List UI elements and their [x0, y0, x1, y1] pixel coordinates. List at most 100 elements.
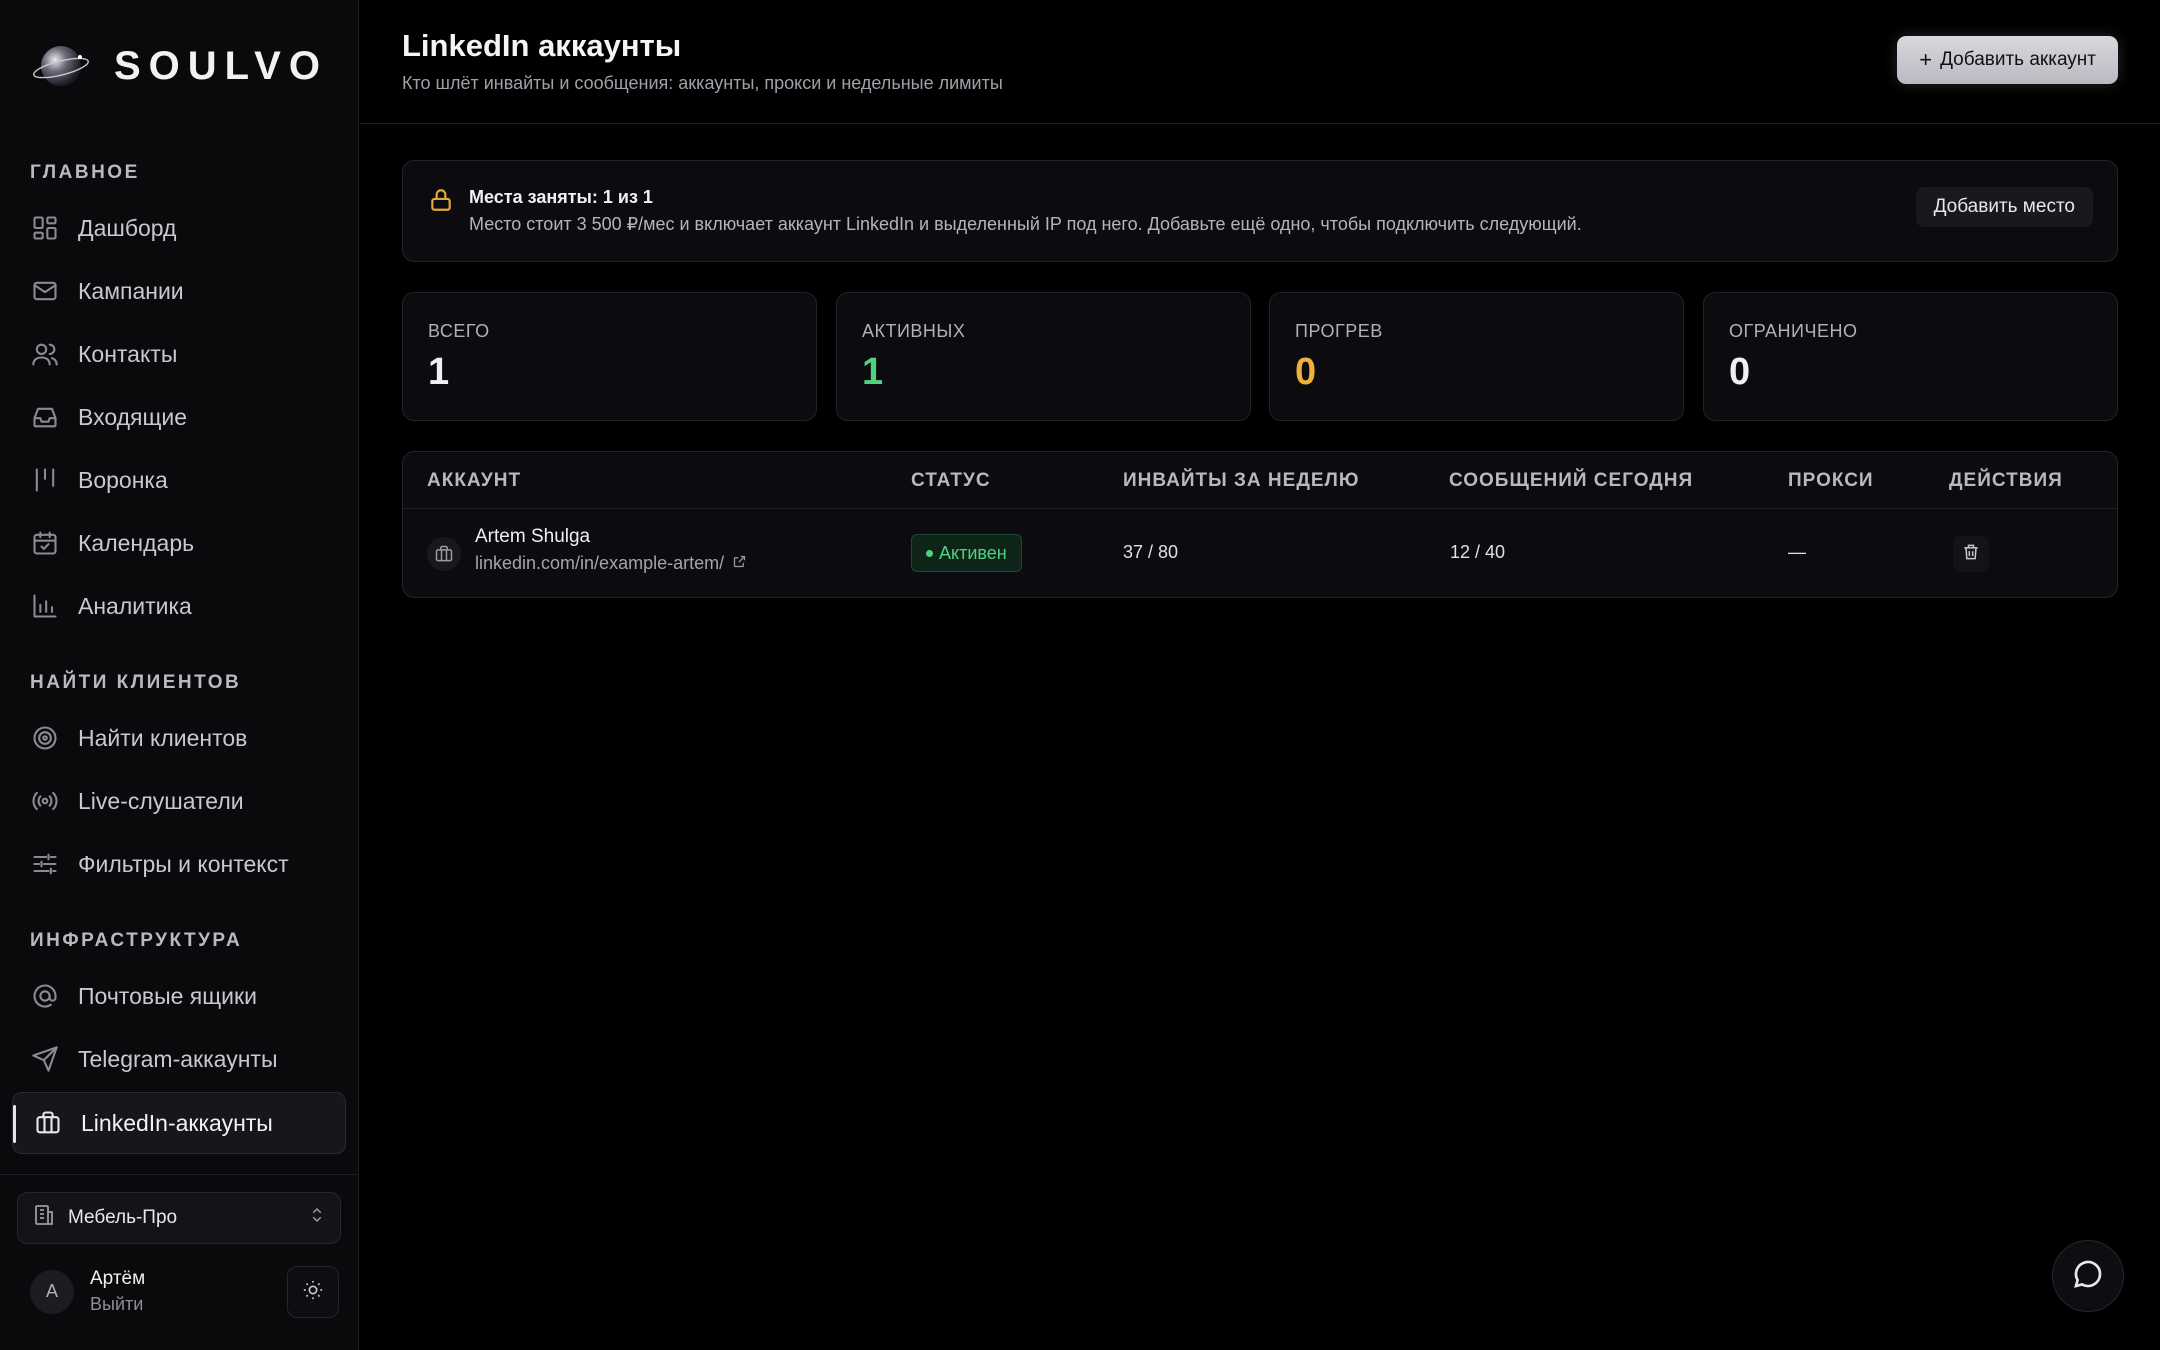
stat-label: ПРОГРЕВ: [1295, 321, 1383, 341]
mail-icon: [30, 276, 60, 306]
users-icon: [30, 339, 60, 369]
stat-card-active: АКТИВНЫХ 1: [836, 292, 1251, 421]
stat-label: ОГРАНИЧЕНО: [1729, 321, 1858, 341]
status-dot-icon: [926, 549, 933, 557]
building-icon: [32, 1203, 56, 1233]
sidebar-item-label: Кампании: [78, 277, 184, 304]
account-url: linkedin.com/in/example-artem/: [475, 553, 725, 573]
column-header-proxy[interactable]: ПРОКСИ: [1788, 470, 1874, 492]
account-url-link[interactable]: linkedin.com/in/example-artem/: [475, 553, 747, 574]
page-header: LinkedIn аккаунты Кто шлёт инвайты и соо…: [360, 0, 2160, 124]
add-account-label: Добавить аккаунт: [1940, 49, 2096, 70]
chat-bubble-icon: [2072, 1258, 2104, 1295]
section-infrastructure: ИНФРАСТРУКТУРА: [30, 930, 243, 951]
dashboard-icon: [30, 213, 60, 243]
sidebar-item-inbox[interactable]: Входящие: [30, 393, 350, 441]
sun-icon: [302, 1279, 324, 1306]
sidebar-item-mailboxes[interactable]: Почтовые ящики: [30, 972, 350, 1020]
sidebar-item-filters[interactable]: Фильтры и контекст: [30, 840, 350, 888]
stat-label: АКТИВНЫХ: [862, 321, 966, 341]
page-title: LinkedIn аккаунты: [402, 28, 682, 63]
invites-cell: 37 / 80: [1123, 542, 1179, 562]
broadcast-icon: [30, 786, 60, 816]
brand-name: SOULVO: [114, 43, 328, 88]
sidebar-item-linkedin[interactable]: LinkedIn-аккаунты: [12, 1092, 346, 1154]
slots-notice: Места заняты: 1 из 1 Место стоит 3 500 ₽…: [402, 160, 2118, 262]
trash-icon: [1961, 542, 1981, 567]
sidebar-item-label: LinkedIn-аккаунты: [81, 1109, 273, 1136]
stat-value: 1: [428, 351, 450, 393]
add-slot-button[interactable]: Добавить место: [1915, 187, 2093, 227]
logout-link[interactable]: Выйти: [90, 1294, 145, 1315]
sidebar-item-label: Найти клиентов: [78, 724, 248, 751]
sidebar-item-analytics[interactable]: Аналитика: [30, 582, 350, 630]
at-icon: [30, 981, 60, 1011]
sidebar-item-find-clients[interactable]: Найти клиентов: [30, 714, 350, 762]
messages-cell: 12 / 40: [1450, 542, 1506, 562]
section-main: ГЛАВНОЕ: [30, 162, 140, 183]
theme-toggle-button[interactable]: [287, 1266, 339, 1318]
sidebar-item-funnel[interactable]: Воронка: [30, 456, 350, 504]
planet-logo-icon: [32, 37, 90, 95]
sidebar-divider: [0, 1174, 359, 1175]
sidebar-item-label: Аналитика: [78, 592, 192, 619]
stat-value: 0: [1729, 351, 1751, 393]
target-icon: [30, 723, 60, 753]
sidebar: SOULVO ГЛАВНОЕ Дашборд Кампании Контакты…: [0, 0, 359, 1350]
proxy-cell: —: [1788, 542, 1806, 562]
notice-text: Место стоит 3 500 ₽/мес и включает аккау…: [469, 214, 1582, 234]
workspace-name: Мебель-Про: [68, 1207, 178, 1228]
sidebar-item-label: Telegram-аккаунты: [78, 1045, 278, 1072]
column-header-invites[interactable]: ИНВАЙТЫ ЗА НЕДЕЛЮ: [1123, 470, 1359, 492]
external-link-icon: [724, 553, 747, 574]
sidebar-item-live-listeners[interactable]: Live-слушатели: [30, 777, 350, 825]
sidebar-item-label: Дашборд: [78, 214, 177, 241]
add-account-button[interactable]: + Добавить аккаунт: [1897, 36, 2118, 84]
column-header-account[interactable]: АККАУНТ: [427, 470, 521, 492]
page-subtitle: Кто шлёт инвайты и сообщения: аккаунты, …: [402, 73, 1003, 93]
plus-icon: +: [1919, 47, 1933, 72]
chat-support-button[interactable]: [2052, 1240, 2124, 1312]
stat-label: ВСЕГО: [428, 321, 490, 341]
funnel-icon: [30, 465, 60, 495]
status-badge: Активен: [911, 534, 1022, 572]
status-label: Активен: [939, 542, 1007, 563]
column-header-messages[interactable]: СООБЩЕНИЙ СЕГОДНЯ: [1449, 470, 1693, 492]
sidebar-item-label: Фильтры и контекст: [78, 850, 289, 877]
sidebar-item-label: Воронка: [78, 466, 168, 493]
table-divider: [403, 508, 2117, 509]
account-name: Artem Shulga: [475, 526, 591, 547]
sidebar-item-label: Календарь: [78, 529, 195, 556]
sliders-icon: [30, 849, 60, 879]
sidebar-item-campaigns[interactable]: Кампании: [30, 267, 350, 315]
stat-value: 1: [862, 351, 884, 393]
sidebar-item-calendar[interactable]: Календарь: [30, 519, 350, 567]
send-icon: [30, 1044, 60, 1074]
stat-card-limited: ОГРАНИЧЕНО 0: [1703, 292, 2118, 421]
stat-value: 0: [1295, 351, 1317, 393]
calendar-icon: [30, 528, 60, 558]
column-header-actions: ДЕЙСТВИЯ: [1949, 470, 2063, 491]
delete-button[interactable]: [1953, 536, 1989, 572]
workspace-switcher[interactable]: Мебель-Про: [17, 1192, 341, 1244]
section-find-clients: НАЙТИ КЛИЕНТОВ: [30, 672, 242, 693]
sidebar-item-label: Live-слушатели: [78, 787, 244, 814]
column-header-status[interactable]: СТАТУС: [911, 470, 991, 492]
avatar[interactable]: А: [30, 1269, 74, 1314]
briefcase-icon: [33, 1108, 63, 1138]
sidebar-item-dashboard[interactable]: Дашборд: [30, 204, 350, 252]
sidebar-item-label: Почтовые ящики: [78, 982, 257, 1009]
accounts-table: АККАУНТ СТАТУС ИНВАЙТЫ ЗА НЕДЕЛЮ СООБЩЕН…: [402, 451, 2118, 598]
briefcase-icon: [427, 537, 461, 571]
inbox-icon: [30, 402, 60, 432]
brand-logo[interactable]: SOULVO: [32, 40, 328, 92]
stat-card-total: ВСЕГО 1: [402, 292, 817, 421]
chart-icon: [30, 591, 60, 621]
user-name: Артём: [90, 1268, 146, 1289]
sidebar-item-contacts[interactable]: Контакты: [30, 330, 350, 378]
sidebar-item-telegram[interactable]: Telegram-аккаунты: [30, 1035, 350, 1083]
sidebar-item-label: Входящие: [78, 403, 188, 430]
stat-card-warmup: ПРОГРЕВ 0: [1269, 292, 1684, 421]
lock-icon: [428, 187, 454, 218]
sidebar-item-label: Контакты: [78, 340, 178, 367]
